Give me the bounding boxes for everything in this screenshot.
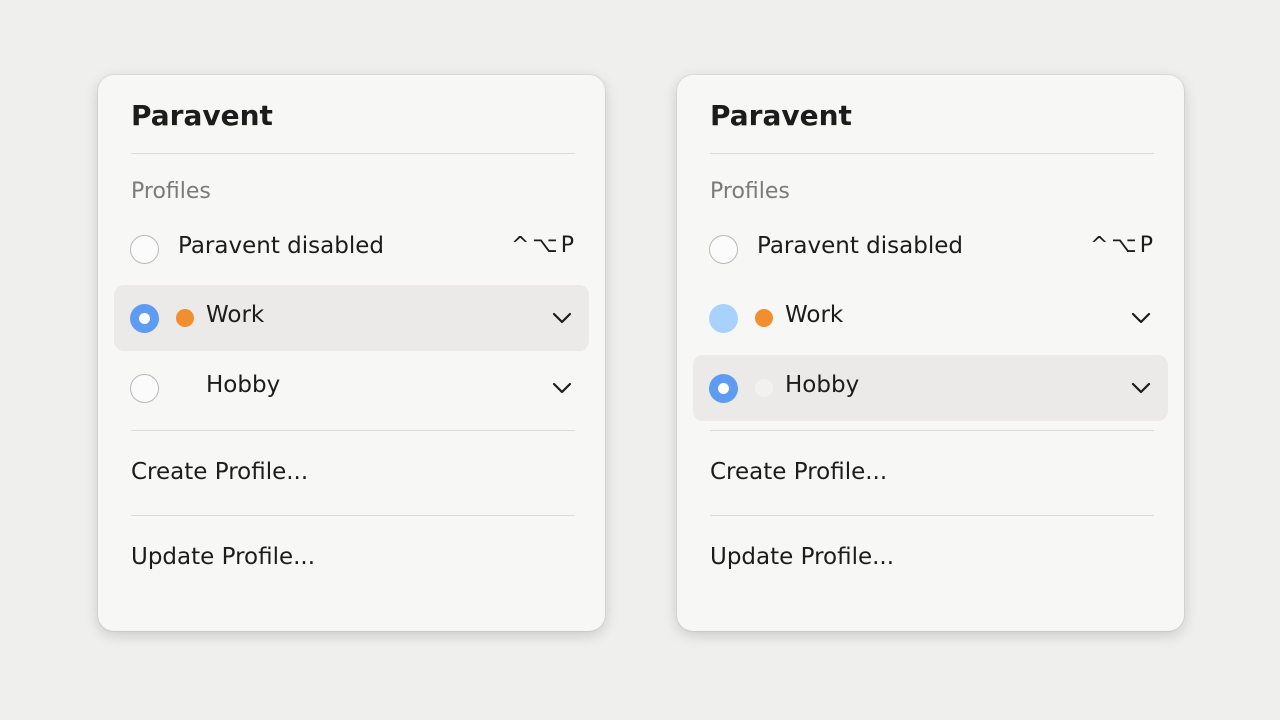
radio-button-icon[interactable] bbox=[130, 374, 159, 403]
divider bbox=[710, 430, 1154, 431]
create-profile-button[interactable]: Create Profile... bbox=[710, 459, 887, 485]
profile-row-hobby[interactable]: Hobby bbox=[693, 355, 1168, 421]
profile-row-paravent-disabled[interactable]: Paravent disabled ^⌥P bbox=[693, 216, 1168, 282]
chevron-down-icon[interactable] bbox=[551, 379, 573, 397]
radio-button-icon[interactable] bbox=[709, 304, 738, 333]
profile-row-paravent-disabled[interactable]: Paravent disabled ^⌥P bbox=[114, 216, 589, 282]
profile-row-work[interactable]: Work bbox=[114, 285, 589, 351]
keyboard-shortcut: ^⌥P bbox=[510, 233, 577, 258]
radio-button-icon[interactable] bbox=[709, 374, 738, 403]
section-label-profiles: Profiles bbox=[710, 179, 790, 204]
create-profile-button[interactable]: Create Profile... bbox=[131, 459, 308, 485]
keyboard-shortcut: ^⌥P bbox=[1089, 233, 1156, 258]
section-label-profiles: Profiles bbox=[131, 179, 211, 204]
divider bbox=[710, 153, 1154, 154]
update-profile-button[interactable]: Update Profile... bbox=[131, 544, 315, 570]
profile-label: Paravent disabled bbox=[178, 233, 384, 259]
profile-row-work[interactable]: Work bbox=[693, 285, 1168, 351]
divider bbox=[710, 515, 1154, 516]
update-profile-button[interactable]: Update Profile... bbox=[710, 544, 894, 570]
profile-color-dot bbox=[176, 309, 194, 327]
divider bbox=[131, 430, 575, 431]
menu-title: Paravent bbox=[710, 99, 852, 132]
profile-menu-right: Paravent Profiles Paravent disabled ^⌥P … bbox=[677, 75, 1184, 631]
profile-label: Hobby bbox=[206, 372, 281, 398]
profile-row-hobby[interactable]: Hobby bbox=[114, 355, 589, 421]
chevron-down-icon[interactable] bbox=[1130, 309, 1152, 327]
radio-button-icon[interactable] bbox=[709, 235, 738, 264]
profile-color-dot bbox=[755, 309, 773, 327]
profile-label: Work bbox=[206, 302, 265, 328]
radio-button-icon[interactable] bbox=[130, 235, 159, 264]
profile-label: Hobby bbox=[785, 372, 860, 398]
chevron-down-icon[interactable] bbox=[551, 309, 573, 327]
radio-button-icon[interactable] bbox=[130, 304, 159, 333]
profile-label: Work bbox=[785, 302, 844, 328]
profile-label: Paravent disabled bbox=[757, 233, 963, 259]
divider bbox=[131, 515, 575, 516]
menu-title: Paravent bbox=[131, 99, 273, 132]
divider bbox=[131, 153, 575, 154]
profile-menu-left: Paravent Profiles Paravent disabled ^⌥P … bbox=[98, 75, 605, 631]
chevron-down-icon[interactable] bbox=[1130, 379, 1152, 397]
profile-color-dot bbox=[755, 379, 773, 397]
